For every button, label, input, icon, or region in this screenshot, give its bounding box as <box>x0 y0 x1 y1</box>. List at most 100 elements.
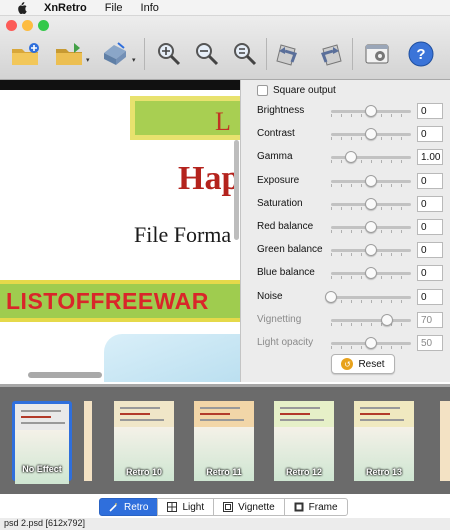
preview-top-banner: L <box>130 96 240 140</box>
status-text: psd 2.psd [612x792] <box>4 518 86 528</box>
reset-label: Reset <box>358 358 385 370</box>
thumbnail-header <box>15 404 69 430</box>
effect-thumbnail[interactable]: Retro 13 <box>354 401 414 481</box>
rotate-left-button[interactable] <box>272 38 306 72</box>
effect-thumbnail[interactable]: Retro 12 <box>274 401 334 481</box>
brightness-value-field[interactable]: 0 <box>417 103 443 119</box>
blue-balance-label: Blue balance <box>257 267 315 279</box>
exposure-value-field[interactable]: 0 <box>417 172 443 189</box>
green-balance-value-field[interactable]: 0 <box>417 242 443 259</box>
effect-thumbnail[interactable]: No Effect <box>12 401 72 484</box>
save-icon <box>100 41 130 70</box>
help-button[interactable]: ? <box>404 38 438 72</box>
tab-frame[interactable]: Frame <box>283 498 348 516</box>
effect-thumbnail[interactable]: Retro 10 <box>114 401 174 481</box>
zoom-in-icon <box>156 41 182 70</box>
noise-value-field[interactable]: 0 <box>417 288 443 305</box>
green-balance-row: Green balance0▲▼ <box>257 241 450 259</box>
thumbnail-text-line <box>21 422 65 424</box>
blue-balance-value-field[interactable]: 0 <box>417 265 443 282</box>
noise-slider-thumb[interactable] <box>325 290 337 303</box>
thumbnail-label: Retro 11 <box>206 467 242 477</box>
brightness-slider-thumb[interactable] <box>365 105 377 117</box>
square-output-label: Square output <box>273 85 336 96</box>
thumbnail-header <box>194 401 254 427</box>
save-button[interactable] <box>98 38 132 72</box>
preview-horizontal-scrollbar[interactable] <box>28 372 102 378</box>
menu-info[interactable]: Info <box>141 2 159 14</box>
status-bar: psd 2.psd [612x792] <box>0 518 450 530</box>
zoom-in-button[interactable] <box>152 38 186 72</box>
open-recent-dropdown-icon[interactable]: ▾ <box>86 56 90 64</box>
red-balance-value-field[interactable]: 0 <box>417 219 443 235</box>
tab-retro[interactable]: Retro <box>99 498 159 516</box>
effect-thumbnail-partial[interactable] <box>84 401 92 481</box>
adjustments-panel: Square output Brightness0▲▼Contrast0▲▼Ga… <box>240 80 450 382</box>
apple-icon[interactable] <box>14 1 28 14</box>
thumbnail-label: Retro 10 <box>125 467 162 477</box>
thumbnail-text-line <box>120 413 150 415</box>
thumbnail-header <box>114 401 174 427</box>
retro-wand-icon <box>109 502 119 512</box>
thumbnail-text-line <box>200 419 244 421</box>
vignetting-slider-track[interactable] <box>331 318 411 322</box>
open-folder-icon <box>10 41 40 70</box>
light-opacity-label: Light opacity <box>257 337 314 348</box>
thumbnail-text-line <box>280 413 310 415</box>
settings-button[interactable] <box>360 38 394 72</box>
contrast-value-field[interactable]: 0 <box>417 126 443 143</box>
image-preview[interactable]: L Hap File Forma LISTOFFREEWAR ◀ <box>0 80 240 382</box>
square-output-option[interactable]: Square output <box>257 85 336 96</box>
minimize-window-button[interactable] <box>22 20 33 31</box>
saturation-value-field[interactable]: 0 <box>417 195 443 212</box>
thumbnail-text-line <box>360 407 400 409</box>
preview-top-banner-text: L <box>215 107 231 136</box>
save-dropdown-icon[interactable]: ▾ <box>132 56 136 64</box>
preview-banner-text: LISTOFFREEWAR <box>6 288 209 314</box>
saturation-slider-thumb[interactable] <box>365 197 377 210</box>
thumbnail-text-line <box>360 419 404 421</box>
menu-file[interactable]: File <box>105 2 123 14</box>
zoom-fit-button[interactable] <box>228 38 262 72</box>
vignetting-slider-thumb[interactable] <box>381 313 393 326</box>
thumbnail-header <box>354 401 414 427</box>
noise-slider-track[interactable] <box>331 295 411 299</box>
saturation-label: Saturation <box>257 197 303 209</box>
help-icon: ? <box>407 40 435 71</box>
open-recent-icon <box>54 41 84 70</box>
tab-light[interactable]: Light <box>157 498 215 516</box>
saturation-row: Saturation0▲▼ <box>257 195 450 213</box>
gamma-value-field[interactable]: 1.00 <box>417 149 443 166</box>
preview-document-edge <box>0 80 240 90</box>
tab-vignette[interactable]: Vignette <box>213 498 285 516</box>
open-recent-button[interactable] <box>52 38 86 72</box>
square-output-checkbox[interactable] <box>257 85 268 96</box>
rotate-left-icon <box>275 41 303 70</box>
preview-vertical-scrollbar[interactable] <box>234 140 239 240</box>
light-opacity-value-field[interactable]: 50 <box>417 335 443 351</box>
rotate-right-button[interactable] <box>312 38 346 72</box>
brightness-label: Brightness <box>257 105 305 116</box>
zoom-window-button[interactable] <box>38 20 49 31</box>
exposure-label: Exposure <box>257 174 300 186</box>
vignetting-value-field[interactable]: 70 <box>417 311 443 328</box>
vignetting-slider-ticks <box>331 322 411 326</box>
close-window-button[interactable] <box>6 20 17 31</box>
toolbar-separator <box>144 38 145 70</box>
tab-label: Retro <box>124 501 149 513</box>
preview-banner: LISTOFFREEWAR <box>0 280 240 322</box>
light-opacity-slider-thumb[interactable] <box>365 337 377 349</box>
noise-slider-ticks <box>331 299 411 303</box>
app-menu[interactable]: XnRetro <box>44 2 87 14</box>
effect-thumbnail[interactable]: Retro 11 <box>194 401 254 481</box>
exposure-slider-thumb[interactable] <box>365 174 377 187</box>
reset-button[interactable]: ↺ Reset <box>331 354 395 374</box>
vignetting-row: Vignetting70▲▼ <box>257 311 450 329</box>
red-balance-slider-thumb[interactable] <box>365 221 377 233</box>
preview-headline: Hap <box>178 160 240 197</box>
tab-label: Frame <box>308 501 338 513</box>
gamma-slider-track[interactable] <box>331 156 411 160</box>
open-file-button[interactable] <box>8 38 42 72</box>
effect-thumbnail-partial[interactable] <box>440 401 450 481</box>
zoom-out-button[interactable] <box>190 38 224 72</box>
